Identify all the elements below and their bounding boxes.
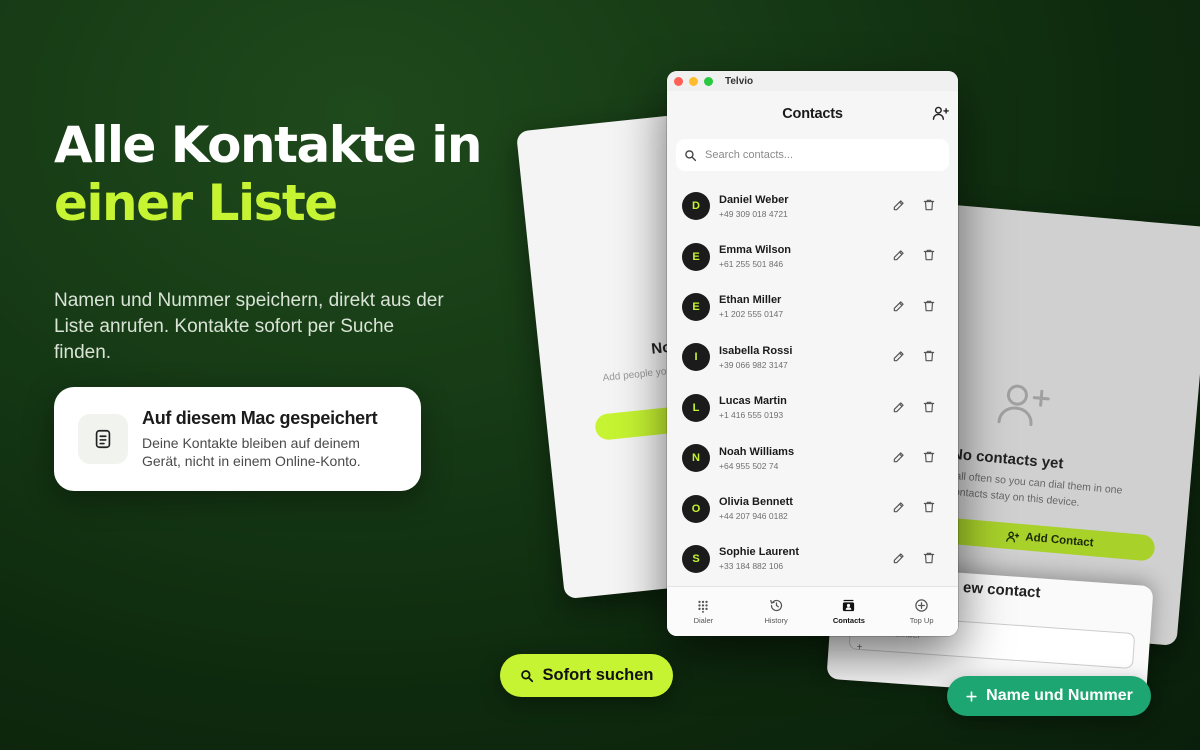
avatar: I — [682, 343, 710, 372]
contact-name: Emma Wilson — [719, 244, 792, 257]
contact-phone: +44 207 946 0182 — [719, 511, 788, 522]
contact-phone: +49 309 018 4721 — [719, 208, 788, 219]
contact-phone: +1 202 555 0147 — [719, 309, 784, 320]
contact-phone: +64 955 502 74 — [719, 460, 779, 471]
search-bar — [676, 139, 949, 171]
contacts-icon — [843, 599, 855, 612]
trash-icon[interactable] — [922, 500, 936, 514]
plus-icon — [966, 690, 977, 702]
contact-phone: +1 416 555 0193 — [719, 410, 784, 421]
subtitle: Namen und Nummer speichern, direkt aus d… — [54, 290, 444, 363]
app-window: Telvio Contacts D Daniel Weber +49 309 0… — [667, 71, 958, 636]
edit-icon[interactable] — [892, 299, 906, 313]
contact-name: Isabella Rossi — [719, 344, 793, 357]
contact-name: Lucas Martin — [719, 395, 787, 408]
avatar: D — [682, 192, 710, 221]
add-person-icon — [997, 384, 1050, 426]
dialpad-icon — [698, 600, 709, 613]
trash-icon[interactable] — [922, 299, 936, 313]
name-number-pill: Name und Nummer — [947, 676, 1151, 716]
edit-icon[interactable] — [892, 500, 906, 514]
add-contact-button-label: Add Contact — [1024, 531, 1095, 550]
search-input[interactable] — [705, 149, 935, 161]
contact-name: Olivia Bennett — [719, 496, 793, 509]
contact-phone: +33 184 882 106 — [719, 561, 784, 572]
edit-icon[interactable] — [892, 551, 906, 565]
edit-icon[interactable] — [892, 400, 906, 414]
zoom-window-button[interactable] — [704, 76, 713, 86]
contact-row[interactable]: L Lucas Martin +1 416 555 0193 — [667, 383, 958, 433]
info-card-icon-box — [78, 414, 128, 464]
info-card: Auf diesem Mac gespeichert Deine Kontakt… — [54, 387, 421, 491]
contact-name: Noah Williams — [719, 445, 795, 458]
avatar: O — [682, 494, 710, 523]
avatar: E — [682, 292, 710, 321]
headline: Alle Kontakte in einer Liste — [54, 116, 482, 232]
title-bar: Telvio — [667, 71, 958, 91]
edit-icon[interactable] — [892, 349, 906, 363]
name-number-pill-label: Name und Nummer — [986, 687, 1133, 704]
add-contact-header-button[interactable] — [930, 103, 950, 123]
avatar: L — [682, 393, 710, 422]
history-icon — [769, 599, 782, 612]
contact-phone: +61 255 501 846 — [719, 259, 784, 270]
contact-row[interactable]: E Ethan Miller +1 202 555 0147 — [667, 282, 958, 332]
tab-contacts[interactable]: Contacts — [813, 587, 886, 636]
plus-circle-icon — [915, 599, 928, 612]
trash-icon[interactable] — [922, 400, 936, 414]
contact-phone: +39 066 982 3147 — [719, 359, 788, 370]
trash-icon[interactable] — [922, 248, 936, 262]
tab-label: History — [764, 616, 788, 625]
trash-icon[interactable] — [922, 349, 936, 363]
app-header: Contacts — [667, 91, 958, 137]
contact-name: Ethan Miller — [719, 294, 782, 307]
contact-row[interactable]: I Isabella Rossi +39 066 982 3147 — [667, 332, 958, 382]
info-card-description: Deine Kontakte bleiben auf deinem Gerät,… — [142, 435, 361, 469]
contact-row[interactable]: S Sophie Laurent +33 184 882 106 — [667, 534, 958, 584]
avatar: S — [682, 544, 710, 573]
tab-top-up[interactable]: Top Up — [885, 587, 958, 636]
contact-name: Sophie Laurent — [719, 546, 800, 559]
avatar: E — [682, 242, 710, 271]
search-icon — [520, 669, 533, 682]
edit-icon[interactable] — [892, 198, 906, 212]
search-pill: Sofort suchen — [500, 654, 673, 697]
tab-bar: Dialer History Contacts Top Up — [667, 586, 958, 636]
contact-row[interactable]: E Emma Wilson +61 255 501 846 — [667, 231, 958, 281]
tab-dialer[interactable]: Dialer — [667, 587, 740, 636]
info-card-title: Auf diesem Mac gespeichert — [142, 408, 378, 428]
trash-icon[interactable] — [922, 450, 936, 464]
contact-row[interactable]: O Olivia Bennett +44 207 946 0182 — [667, 483, 958, 533]
headline-line-1: Alle Kontakte in — [54, 116, 482, 174]
close-window-button[interactable] — [674, 76, 683, 86]
minimize-window-button[interactable] — [689, 76, 698, 86]
edit-icon[interactable] — [892, 450, 906, 464]
info-card-text: Auf diesem Mac gespeichert Deine Kontakt… — [142, 408, 401, 470]
page-title: Contacts — [782, 106, 843, 122]
edit-icon[interactable] — [892, 248, 906, 262]
phone-prefix: + — [856, 641, 863, 654]
contacts-list: D Daniel Weber +49 309 018 4721 E Emma W… — [667, 181, 958, 584]
add-person-icon — [1006, 531, 1020, 543]
tab-history[interactable]: History — [740, 587, 813, 636]
new-contact-title: ew contact — [962, 579, 1042, 602]
search-pill-label: Sofort suchen — [542, 666, 654, 684]
tab-label: Dialer — [693, 615, 714, 625]
contact-row[interactable]: D Daniel Weber +49 309 018 4721 — [667, 181, 958, 231]
contact-row[interactable]: N Noah Williams +64 955 502 74 — [667, 433, 958, 483]
contact-name: Daniel Weber — [719, 193, 789, 206]
trash-icon[interactable] — [922, 198, 936, 212]
search-icon — [685, 149, 697, 161]
trash-icon[interactable] — [922, 551, 936, 565]
tab-label: Contacts — [832, 616, 865, 625]
document-icon — [95, 429, 111, 449]
tab-label: Top Up — [909, 616, 934, 625]
headline-line-2: einer Liste — [54, 174, 338, 232]
add-person-icon — [932, 106, 949, 120]
window-title: Telvio — [725, 75, 754, 87]
avatar: N — [682, 444, 710, 473]
